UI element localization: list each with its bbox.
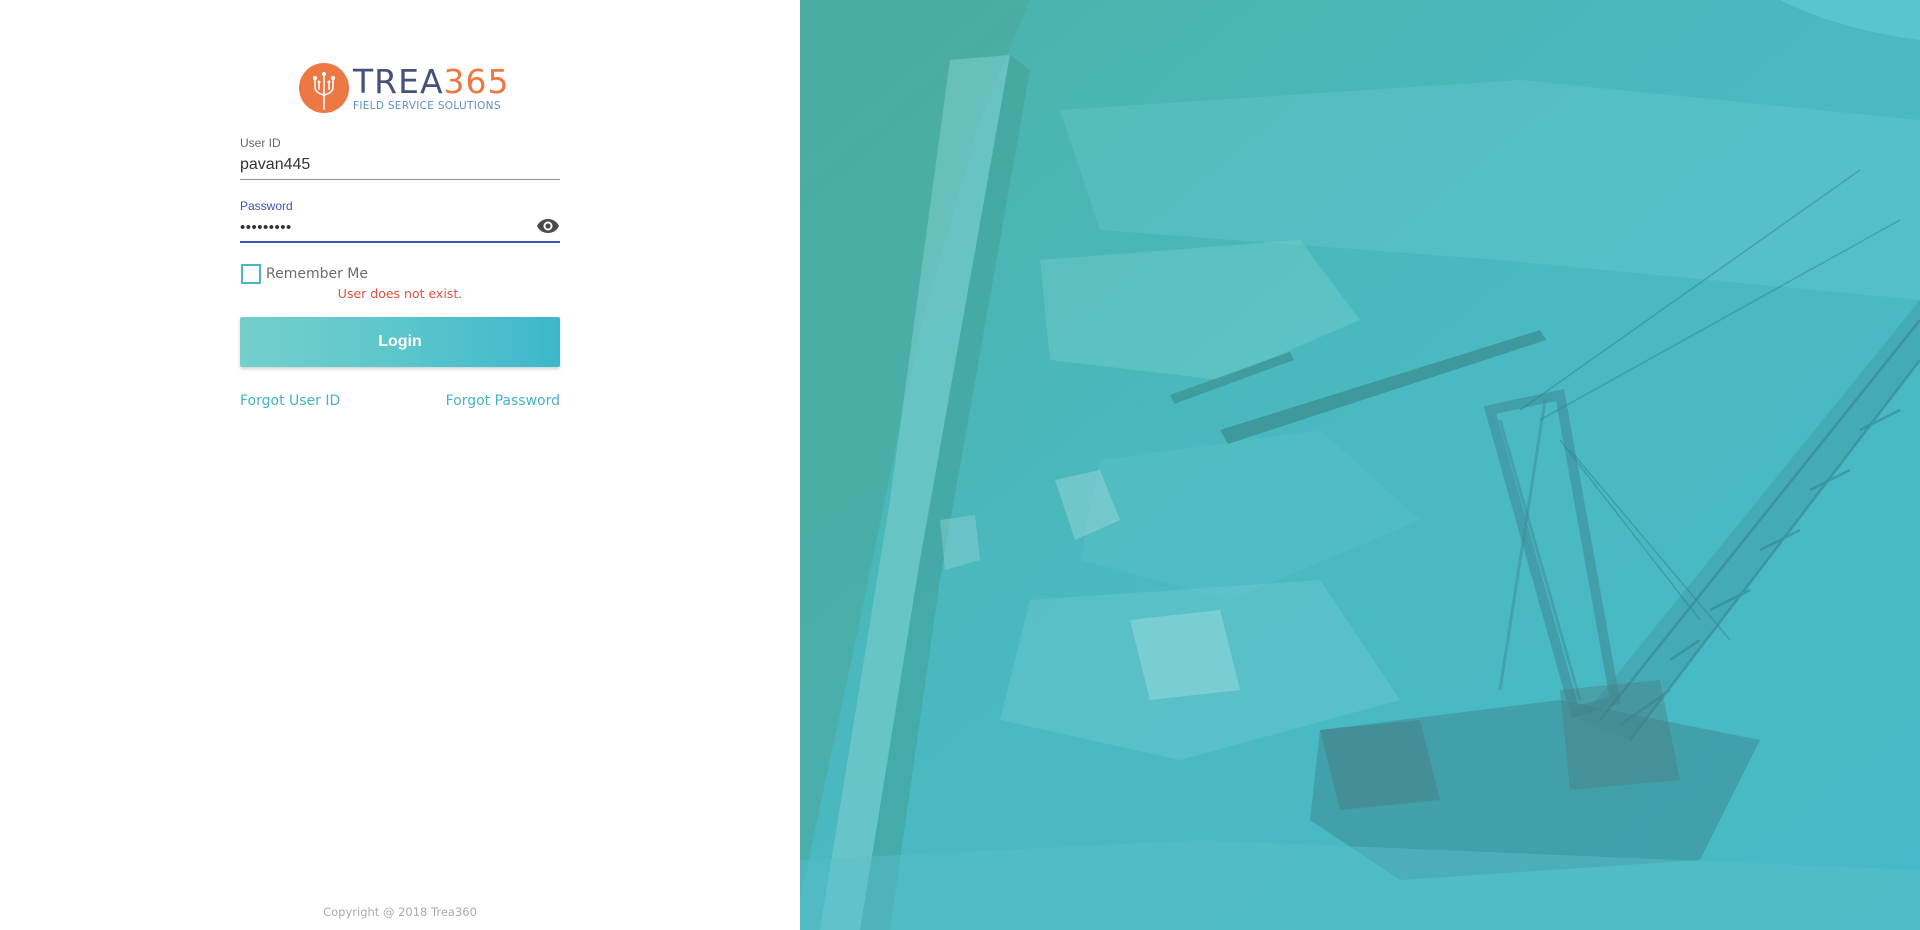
- login-button[interactable]: Login: [240, 317, 560, 367]
- user-id-label: User ID: [240, 136, 281, 150]
- password-label: Password: [240, 199, 293, 213]
- login-form: User ID Password Remember Me: [240, 136, 560, 409]
- forgot-links: Forgot User ID Forgot Password: [240, 393, 560, 409]
- forgot-password-link[interactable]: Forgot Password: [446, 393, 560, 409]
- logo-subtitle: FIELD SERVICE SOLUTIONS: [353, 99, 501, 112]
- copyright-text: Copyright @ 2018 Trea360: [323, 905, 477, 919]
- eye-icon[interactable]: [536, 217, 560, 235]
- logo-title-part1: TREA: [353, 61, 444, 101]
- logo-mark-icon: [299, 63, 349, 113]
- logo-title-part2: 365: [443, 61, 510, 101]
- user-id-input[interactable]: [240, 150, 560, 179]
- remember-me-checkbox[interactable]: [241, 264, 261, 284]
- logo-title: TREA365: [353, 61, 510, 101]
- password-field: Password: [240, 199, 560, 243]
- forgot-user-id-link[interactable]: Forgot User ID: [240, 393, 340, 409]
- user-id-input-row: [240, 150, 560, 180]
- construction-site-image: [800, 0, 1920, 930]
- login-panel: TREA365 FIELD SERVICE SOLUTIONS User ID …: [0, 0, 800, 930]
- password-input[interactable]: [240, 213, 560, 241]
- remember-me-label[interactable]: Remember Me: [266, 266, 368, 282]
- background-image-panel: [800, 0, 1920, 930]
- brand-logo: TREA365 FIELD SERVICE SOLUTIONS: [299, 62, 510, 114]
- password-input-row: [240, 213, 560, 243]
- error-message: User does not exist.: [337, 286, 463, 301]
- user-id-field: User ID: [240, 136, 560, 180]
- remember-me-row: Remember Me: [240, 263, 560, 285]
